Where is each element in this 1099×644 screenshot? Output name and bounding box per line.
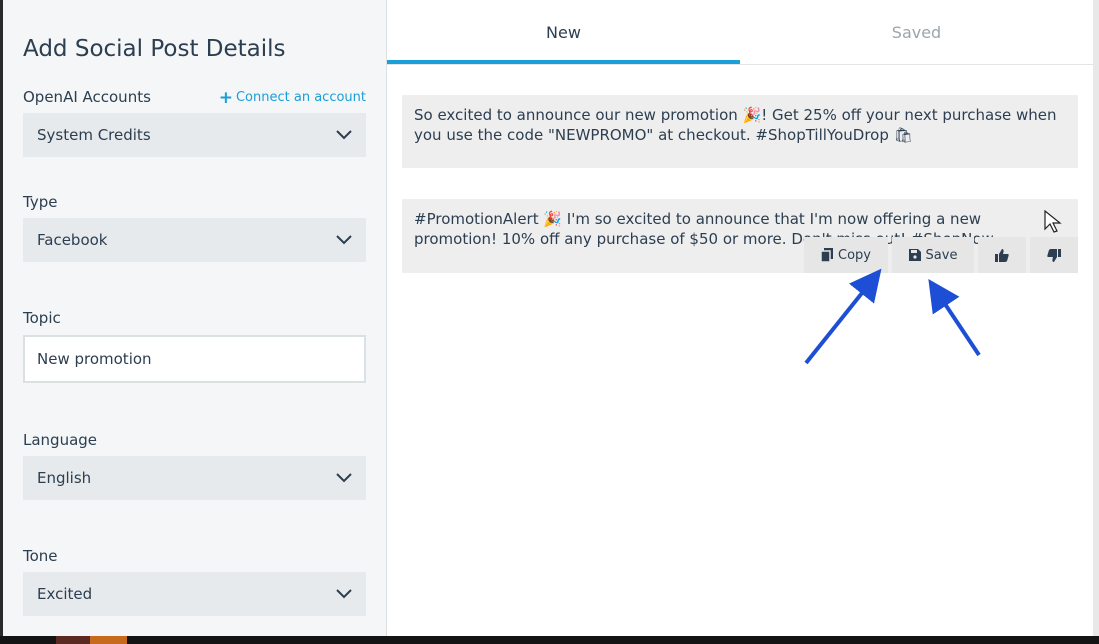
post-card: So excited to announce our new promotion… [402, 95, 1078, 168]
tone-value: Excited [37, 585, 93, 603]
openai-accounts-value: System Credits [37, 126, 151, 144]
thumbs-up-icon [995, 248, 1009, 262]
type-value: Facebook [37, 231, 108, 249]
form-title: Add Social Post Details [23, 36, 286, 62]
thumbs-down-icon [1047, 248, 1061, 262]
type-label: Type [23, 193, 58, 211]
type-select[interactable]: Facebook [23, 218, 366, 262]
save-button[interactable]: Save [892, 237, 974, 273]
chevron-down-icon [336, 473, 352, 483]
save-icon [908, 249, 921, 261]
connect-account-label: Connect an account [235, 90, 366, 105]
connect-account-link[interactable]: + Connect an account [218, 87, 366, 108]
thumbs-up-button[interactable] [978, 237, 1026, 273]
mouse-cursor-icon [1044, 210, 1062, 233]
social-post-form: Add Social Post Details OpenAI Accounts … [3, 0, 387, 636]
generated-posts-panel: New Saved So excited to announce our new… [387, 0, 1093, 636]
topic-label: Topic [23, 309, 61, 327]
copy-label: Copy [838, 247, 871, 263]
tab-new[interactable]: New [387, 0, 740, 64]
taskbar [0, 636, 1099, 644]
thumbs-down-button[interactable] [1030, 237, 1078, 273]
language-select[interactable]: English [23, 456, 366, 500]
tone-select[interactable]: Excited [23, 572, 366, 616]
tab-bar: New Saved [387, 0, 1093, 65]
tab-saved[interactable]: Saved [740, 0, 1093, 64]
tone-label: Tone [23, 547, 58, 565]
taskbar-item[interactable] [56, 636, 90, 644]
post-actions: Copy Save [804, 237, 1078, 273]
chevron-down-icon [336, 235, 352, 245]
chevron-down-icon [336, 130, 352, 140]
openai-accounts-select[interactable]: System Credits [23, 113, 366, 157]
taskbar-item[interactable] [90, 636, 127, 644]
language-label: Language [23, 431, 98, 449]
save-label: Save [925, 247, 958, 263]
copy-button[interactable]: Copy [804, 237, 888, 273]
topic-input[interactable] [23, 335, 366, 383]
chevron-down-icon [336, 589, 352, 599]
language-value: English [37, 469, 92, 487]
scrollbar[interactable] [1093, 0, 1099, 636]
openai-accounts-label: OpenAI Accounts [23, 88, 151, 106]
copy-icon [821, 248, 833, 262]
plus-icon: + [218, 87, 233, 108]
post-text: So excited to announce our new promotion… [414, 106, 1057, 144]
